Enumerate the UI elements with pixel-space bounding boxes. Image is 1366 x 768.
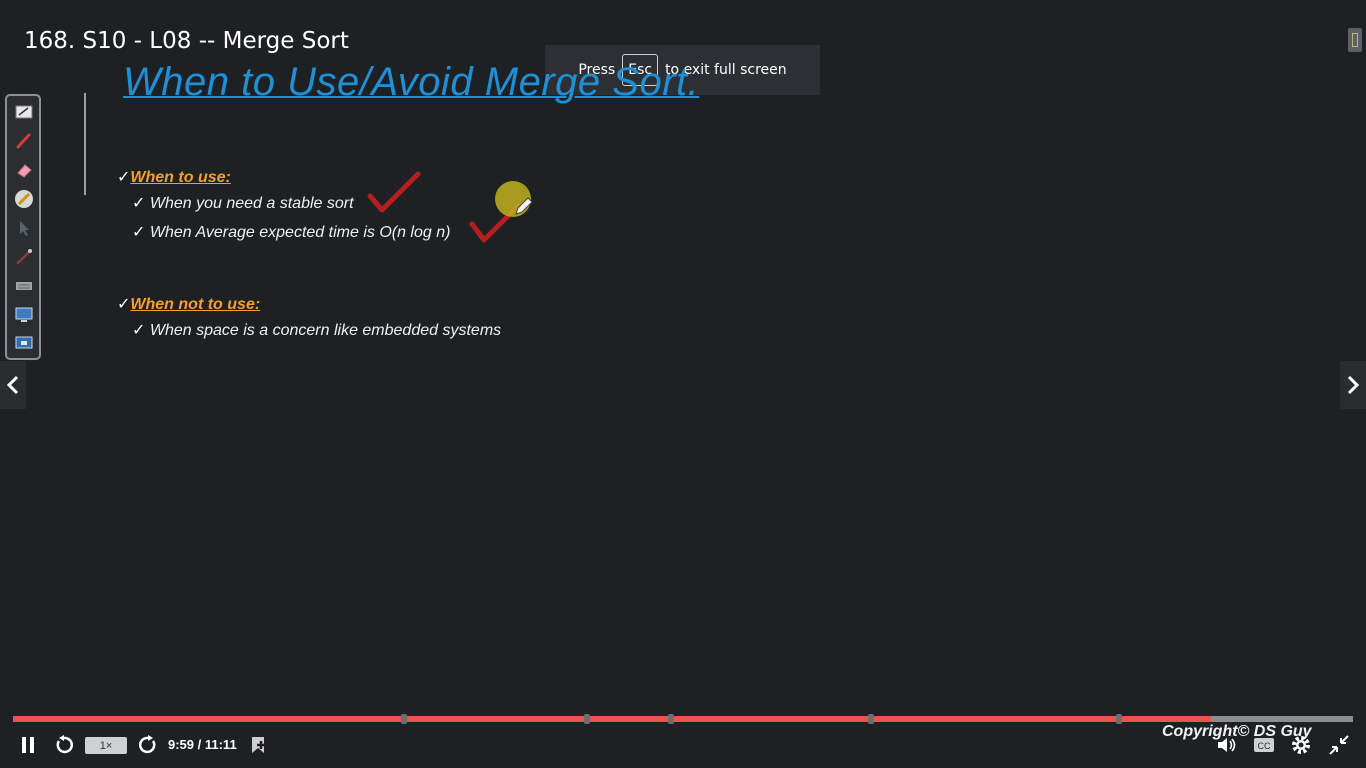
chapter-marker[interactable] [1115, 714, 1122, 724]
slide-divider [84, 93, 86, 195]
pause-icon [22, 737, 34, 753]
eraser-icon[interactable] [14, 160, 34, 180]
rewind-button[interactable] [52, 733, 76, 757]
playback-speed-button[interactable]: 1× [85, 737, 127, 754]
previous-lecture-button[interactable] [0, 361, 26, 409]
captions-button[interactable]: CC [1251, 733, 1277, 757]
add-note-icon [252, 737, 265, 753]
pen-icon[interactable] [14, 131, 34, 151]
screen-icon[interactable] [14, 305, 34, 325]
chevron-right-icon [1347, 375, 1360, 395]
chevron-left-icon [6, 375, 19, 395]
section-label: When to use: [130, 169, 231, 186]
lecture-title: 168. S10 - L08 -- Merge Sort [24, 28, 349, 54]
exit-fullscreen-icon [1329, 735, 1349, 755]
volume-icon [1218, 738, 1236, 752]
highlighter-icon[interactable] [14, 189, 34, 209]
section-when-not-to-use: ✓When not to use: [117, 294, 260, 314]
settings-icon [1292, 736, 1310, 754]
chapter-marker[interactable] [583, 714, 590, 724]
pointer-icon[interactable] [14, 218, 34, 238]
svg-text:CC: CC [1258, 741, 1271, 751]
list-item-text: When space is a concern like embedded sy… [149, 322, 502, 339]
section-when-to-use: ✓When to use: [117, 167, 231, 187]
keyboard-icon[interactable] [14, 276, 34, 296]
annotation-toolbar [5, 94, 41, 360]
slide-heading: When to Use/Avoid Merge Sort. [123, 60, 700, 104]
chapter-marker[interactable] [401, 714, 408, 724]
captions-icon: CC [1254, 738, 1274, 752]
list-item: ✓ When you need a stable sort [132, 193, 354, 213]
section-label: When not to use: [130, 296, 261, 313]
check-icon: ✓ [117, 169, 131, 186]
progress-bar[interactable] [13, 714, 1353, 724]
chapter-marker[interactable] [667, 714, 674, 724]
volume-button[interactable] [1214, 733, 1240, 757]
check-icon: ✓ [132, 224, 146, 241]
settings-button[interactable] [1288, 733, 1314, 757]
list-item: ✓ When Average expected time is O(n log … [132, 222, 450, 242]
notepad-icon[interactable] [14, 102, 34, 122]
next-lecture-button[interactable] [1340, 361, 1366, 409]
check-icon: ✓ [117, 296, 131, 313]
time-display: 9:59 / 11:11 [168, 737, 237, 752]
presentation-icon[interactable] [14, 334, 34, 354]
list-item: ✓ When space is a concern like embedded … [132, 320, 501, 340]
chapter-marker[interactable] [867, 714, 874, 724]
forward-button[interactable] [136, 733, 160, 757]
add-note-button[interactable] [247, 733, 271, 757]
red-check-annotation [367, 171, 421, 213]
check-icon: ✓ [132, 195, 146, 212]
check-icon: ✓ [132, 322, 146, 339]
pause-button[interactable] [16, 733, 40, 757]
list-item-text: When Average expected time is O(n log n) [149, 224, 451, 241]
brush-icon[interactable] [14, 247, 34, 267]
rewind-icon [56, 735, 73, 754]
progress-fill [13, 716, 1211, 722]
forward-icon [139, 735, 156, 754]
pen-cursor-icon [515, 197, 533, 215]
exit-fullscreen-button[interactable] [1326, 733, 1352, 757]
list-item-text: When you need a stable sort [149, 195, 354, 212]
annotation-toggle-icon[interactable] [1348, 28, 1362, 52]
